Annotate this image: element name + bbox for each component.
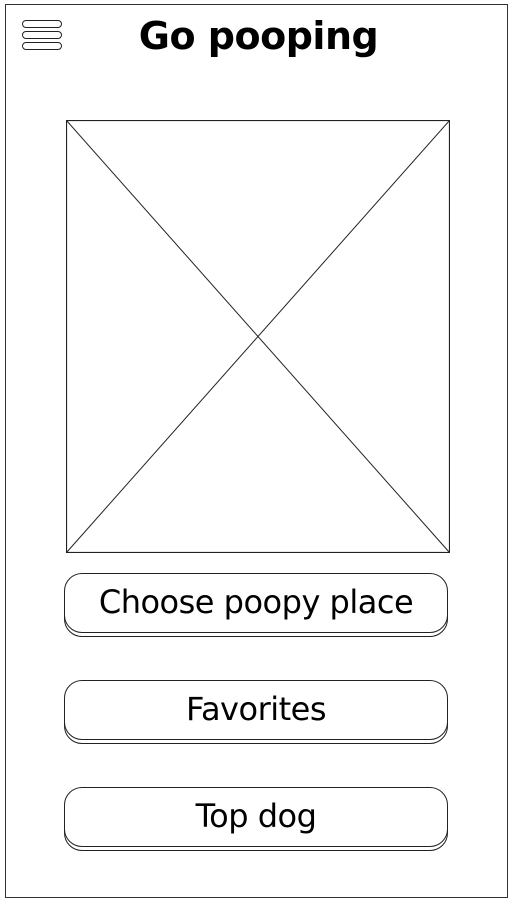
button-label: Choose poopy place [64, 573, 448, 633]
image-placeholder-icon [66, 120, 450, 553]
top-dog-button[interactable]: Top dog [64, 787, 448, 851]
button-label: Top dog [64, 787, 448, 847]
placeholder-graphic [66, 120, 450, 553]
button-label: Favorites [64, 680, 448, 740]
choose-poopy-place-button[interactable]: Choose poopy place [64, 573, 448, 637]
favorites-button[interactable]: Favorites [64, 680, 448, 744]
page-title: Go pooping [138, 14, 379, 58]
